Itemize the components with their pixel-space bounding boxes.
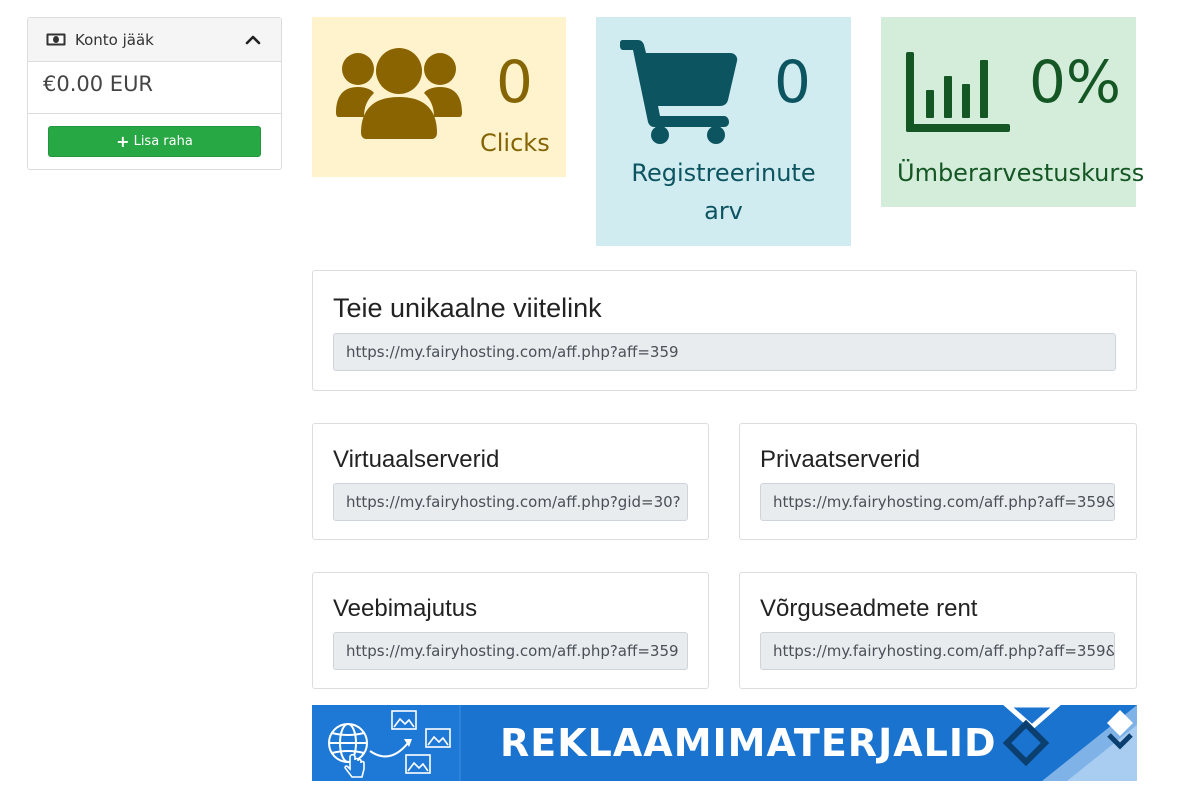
- account-balance-panel: Konto jääk €0.00 EUR + Lisa raha: [27, 17, 282, 170]
- signups-count: 0: [774, 48, 811, 116]
- web-hosting-link-input[interactable]: https://my.fairyhosting.com/aff.php?aff=…: [333, 632, 688, 670]
- referral-link-panel: Teie unikaalne viitelink https://my.fair…: [312, 270, 1137, 391]
- promo-materials-banner[interactable]: REKLAAMIMATERJALID: [312, 705, 1137, 781]
- referral-link-title: Teie unikaalne viitelink: [333, 293, 602, 323]
- vps-link-panel: Virtuaalserverid https://my.fairyhosting…: [312, 423, 709, 540]
- add-funds-label: Lisa raha: [133, 134, 193, 149]
- shopping-cart-icon: [620, 40, 738, 144]
- conversion-label: Ümberarvestuskurss: [897, 159, 1145, 187]
- signups-label: Registreerinute arv: [596, 154, 851, 230]
- add-funds-button[interactable]: + Lisa raha: [48, 126, 261, 157]
- users-icon: [336, 48, 462, 139]
- referral-link-input[interactable]: https://my.fairyhosting.com/aff.php?aff=…: [333, 333, 1116, 371]
- add-funds-container: + Lisa raha: [28, 114, 281, 169]
- clicks-label: Clicks: [480, 129, 550, 157]
- balance-title: Konto jääk: [75, 30, 154, 49]
- plus-icon: +: [116, 131, 130, 151]
- network-rent-link-input[interactable]: https://my.fairyhosting.com/aff.php?aff=…: [760, 632, 1115, 670]
- private-server-link-title: Privaatserverid: [760, 446, 921, 473]
- web-hosting-link-title: Veebimajutus: [333, 595, 478, 622]
- signups-stat-tile: 0 Registreerinute arv: [596, 17, 851, 246]
- private-server-link-panel: Privaatserverid https://my.fairyhosting.…: [739, 423, 1137, 540]
- conversion-stat-tile: 0% Ümberarvestuskurss: [881, 17, 1144, 207]
- clicks-count: 0: [496, 48, 533, 116]
- vps-link-title: Virtuaalserverid: [333, 446, 500, 473]
- balance-panel-header[interactable]: Konto jääk: [28, 18, 281, 62]
- money-icon: [46, 33, 66, 46]
- network-rent-link-panel: Võrguseadmete rent https://my.fairyhosti…: [739, 572, 1137, 689]
- web-hosting-link-panel: Veebimajutus https://my.fairyhosting.com…: [312, 572, 709, 689]
- clicks-stat-tile: 0 Clicks: [312, 17, 566, 177]
- network-rent-link-title: Võrguseadmete rent: [760, 595, 978, 622]
- signups-label-line2: arv: [704, 197, 743, 225]
- balance-amount: €0.00 EUR: [28, 62, 281, 114]
- chevron-up-icon[interactable]: [245, 32, 261, 48]
- bar-chart-icon: [906, 52, 1010, 132]
- conversion-rate: 0%: [1029, 48, 1122, 116]
- signups-label-line1: Registreerinute: [631, 159, 816, 187]
- private-server-link-input[interactable]: https://my.fairyhosting.com/aff.php?aff=…: [760, 483, 1115, 521]
- vps-link-input[interactable]: https://my.fairyhosting.com/aff.php?gid=…: [333, 483, 688, 521]
- banner-title: REKLAAMIMATERJALID: [500, 721, 997, 765]
